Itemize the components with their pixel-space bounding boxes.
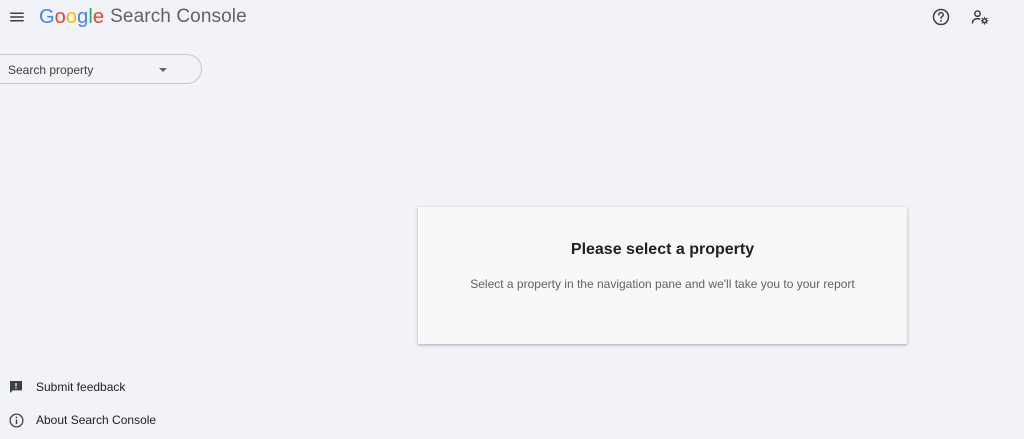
logo-letter: o bbox=[54, 5, 66, 28]
user-settings-icon bbox=[971, 10, 989, 25]
logo-letter: G bbox=[39, 5, 55, 28]
help-circle-icon bbox=[932, 8, 950, 26]
logo-letter: g bbox=[77, 5, 89, 28]
submit-feedback-label: Submit feedback bbox=[36, 380, 126, 394]
account-settings-button[interactable] bbox=[969, 6, 991, 28]
about-search-console-label: About Search Console bbox=[36, 413, 157, 427]
hamburger-menu-icon bbox=[10, 12, 24, 22]
help-button[interactable] bbox=[930, 6, 952, 28]
google-wordmark: Google bbox=[39, 6, 104, 29]
card-title: Please select a property bbox=[570, 241, 755, 258]
product-name: Search Console bbox=[110, 6, 247, 27]
logo-letter: e bbox=[92, 5, 105, 28]
feedback-icon bbox=[6, 377, 26, 397]
select-property-card: Please select a property Select a proper… bbox=[418, 207, 907, 344]
submit-feedback-link[interactable]: Submit feedback bbox=[6, 376, 125, 398]
logo-letter: o bbox=[65, 5, 78, 28]
search-console-logo[interactable]: Google Search Console bbox=[39, 5, 247, 29]
info-icon bbox=[6, 410, 26, 430]
search-property-dropdown[interactable]: Search property bbox=[0, 54, 202, 84]
search-property-label: Search property bbox=[8, 63, 94, 77]
arrow-drop-down-icon bbox=[159, 68, 167, 72]
main-menu-button[interactable] bbox=[6, 6, 28, 28]
card-message: Select a property in the navigation pane… bbox=[470, 277, 855, 291]
search-console-page: Google Search Console Search property Pl… bbox=[0, 0, 1024, 439]
about-search-console-link[interactable]: About Search Console bbox=[6, 409, 156, 431]
top-app-bar: Google Search Console bbox=[0, 0, 1024, 34]
